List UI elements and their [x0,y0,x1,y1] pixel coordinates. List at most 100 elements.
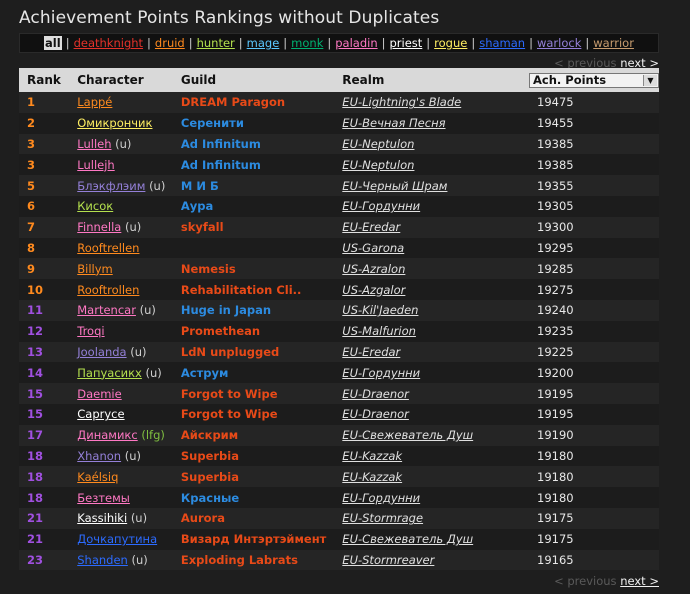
table-row: 1 Lappé DREAM Paragon EU-Lightning's Blade 1… [19,92,659,113]
realm-link[interactable]: EU-Neptulon [334,134,521,155]
character-cell: Finnella (u) [69,217,173,238]
character-link[interactable]: Billym [77,262,112,276]
realm-link[interactable]: EU-Stormrage [334,508,521,529]
realm-link[interactable]: US-Garona [334,238,521,259]
table-row: 3 Lullejh Ad Infinitum EU-Neptulon 19385 [19,154,659,176]
table-row: 18 Безтемы Красные EU-Гордунни 19180 [19,487,659,508]
realm-link[interactable]: EU-Draenor [334,404,521,425]
class-filter-druid[interactable]: druid [155,36,185,50]
class-filter-priest[interactable]: priest [389,36,422,50]
character-link[interactable]: Папуасикх [77,366,142,380]
character-status: (u) [124,220,142,235]
character-link[interactable]: Кисок [77,199,113,213]
class-filter-paladin[interactable]: paladin [335,36,377,50]
realm-link[interactable]: EU-Draenor [334,383,521,404]
points-cell: 19240 [537,303,574,318]
rank-cell: 2 [27,116,36,131]
character-link[interactable]: Динамикс [77,428,137,442]
character-cell: Troqi [69,321,173,342]
realm-link[interactable]: EU-Гордунни [334,196,521,217]
sort-select-label: Ach. Points [533,72,607,87]
class-filter-hunter[interactable]: hunter [197,36,235,50]
points-cell: 19180 [537,448,574,463]
chevron-down-icon[interactable]: ▼ [643,74,657,86]
class-filter-monk[interactable]: monk [291,36,323,50]
class-filter-shaman[interactable]: shaman [479,36,525,50]
table-row: 6 Кисок Аура EU-Гордунни 19305 [19,195,659,217]
character-link[interactable]: Rooftrellen [77,241,139,255]
character-header[interactable]: Character [69,68,173,92]
points-cell: 19195 [537,407,574,422]
realm-link[interactable]: EU-Lightning's Blade [334,92,521,113]
class-filter-mage[interactable]: mage [247,36,280,50]
character-link[interactable]: Lulleh [77,137,111,151]
separator: | [147,36,151,50]
character-link[interactable]: Kassihiki [77,511,127,525]
realm-link[interactable]: EU-Гордунни [334,362,521,383]
points-cell: 19300 [537,220,574,235]
rank-cell: 3 [27,136,36,151]
realm-link[interactable]: US-Kil'Jaeden [334,300,521,321]
class-filter-deathknight[interactable]: deathknight [74,36,143,50]
rank-cell: 23 [27,552,44,567]
class-filter-warrior[interactable]: warrior [593,36,634,50]
realm-link[interactable]: US-Azgalor [334,279,521,300]
character-link[interactable]: Rooftrollen [77,283,139,297]
points-cell: 19305 [537,199,574,214]
rankings-table: Rank Character Guild Realm Ach. Points ▼… [19,68,659,571]
character-link[interactable]: Finnella [77,220,121,234]
rank-cell: 21 [27,511,44,526]
realm-link[interactable]: EU-Kazzak [334,466,521,487]
realm-link[interactable]: EU-Гордунни [334,487,521,508]
character-link[interactable]: Lappé [77,95,112,109]
realm-link[interactable]: EU-Свежеватель Душ [334,425,521,446]
realm-header[interactable]: Realm [334,68,521,92]
character-link[interactable]: Xhanon [77,449,121,463]
realm-link[interactable]: EU-Eredar [334,342,521,363]
table-row: 2 Омикрончик Серенити EU-Вечная Песня 19455 [19,112,659,134]
character-status: (u) [130,344,147,359]
guild-cell: Визард Интэртэймент [180,532,327,547]
character-link[interactable]: Блэкфлэим [77,179,145,193]
realm-link[interactable]: US-Azralon [334,258,521,279]
class-filter-all[interactable]: all [44,36,62,50]
character-link[interactable]: Joolanda [77,345,126,359]
character-link[interactable]: Безтемы [77,491,130,505]
points-header[interactable]: Ach. Points ▼ [521,68,659,92]
character-link[interactable]: Kaélsiq [77,470,118,484]
guild-cell: Superbia [180,469,239,484]
character-link[interactable]: Сарryce [77,407,124,421]
realm-link[interactable]: EU-Черный Шрам [334,175,521,196]
guild-header[interactable]: Guild [173,68,334,92]
character-link[interactable]: Daemie [77,387,121,401]
next-link[interactable]: next > [620,574,659,588]
points-cell: 19285 [537,261,574,276]
sort-select[interactable]: Ach. Points ▼ [529,72,659,88]
realm-link[interactable]: EU-Stormreaver [334,550,521,571]
character-link[interactable]: Дочкапутина [77,532,157,546]
realm-link[interactable]: EU-Eredar [334,217,521,238]
previous-link[interactable]: < previous [554,574,616,588]
points-cell: 19475 [537,95,574,110]
realm-link[interactable]: EU-Neptulon [334,154,521,175]
realm-link[interactable]: EU-Вечная Песня [334,113,521,134]
character-link[interactable]: Lullejh [77,158,114,172]
character-link[interactable]: Martencar [77,303,136,317]
character-link[interactable]: Омикрончик [77,116,152,130]
character-cell: Martencar (u) [69,300,173,321]
points-cell: 19180 [537,490,574,505]
table-row: 5 Блэкфлэим (u) М И Б EU-Черный Шрам 19355 [19,175,659,196]
rank-header[interactable]: Rank [19,68,69,92]
class-filter-warlock[interactable]: warlock [537,36,581,50]
character-link[interactable]: Shanden [77,553,128,567]
class-filter-rogue[interactable]: rogue [434,36,467,50]
guild-cell: Rehabilitation Cli.. [180,282,302,297]
realm-link[interactable]: EU-Kazzak [334,446,521,467]
realm-link[interactable]: US-Malfurion [334,321,521,342]
guild-cell: Аура [180,199,214,214]
character-cell: Омикрончик [69,113,173,134]
character-cell: Lulleh (u) [69,134,173,155]
realm-link[interactable]: EU-Свежеватель Душ [334,529,521,550]
character-link[interactable]: Troqi [77,324,104,338]
character-cell: Kassihiki (u) [69,508,173,529]
